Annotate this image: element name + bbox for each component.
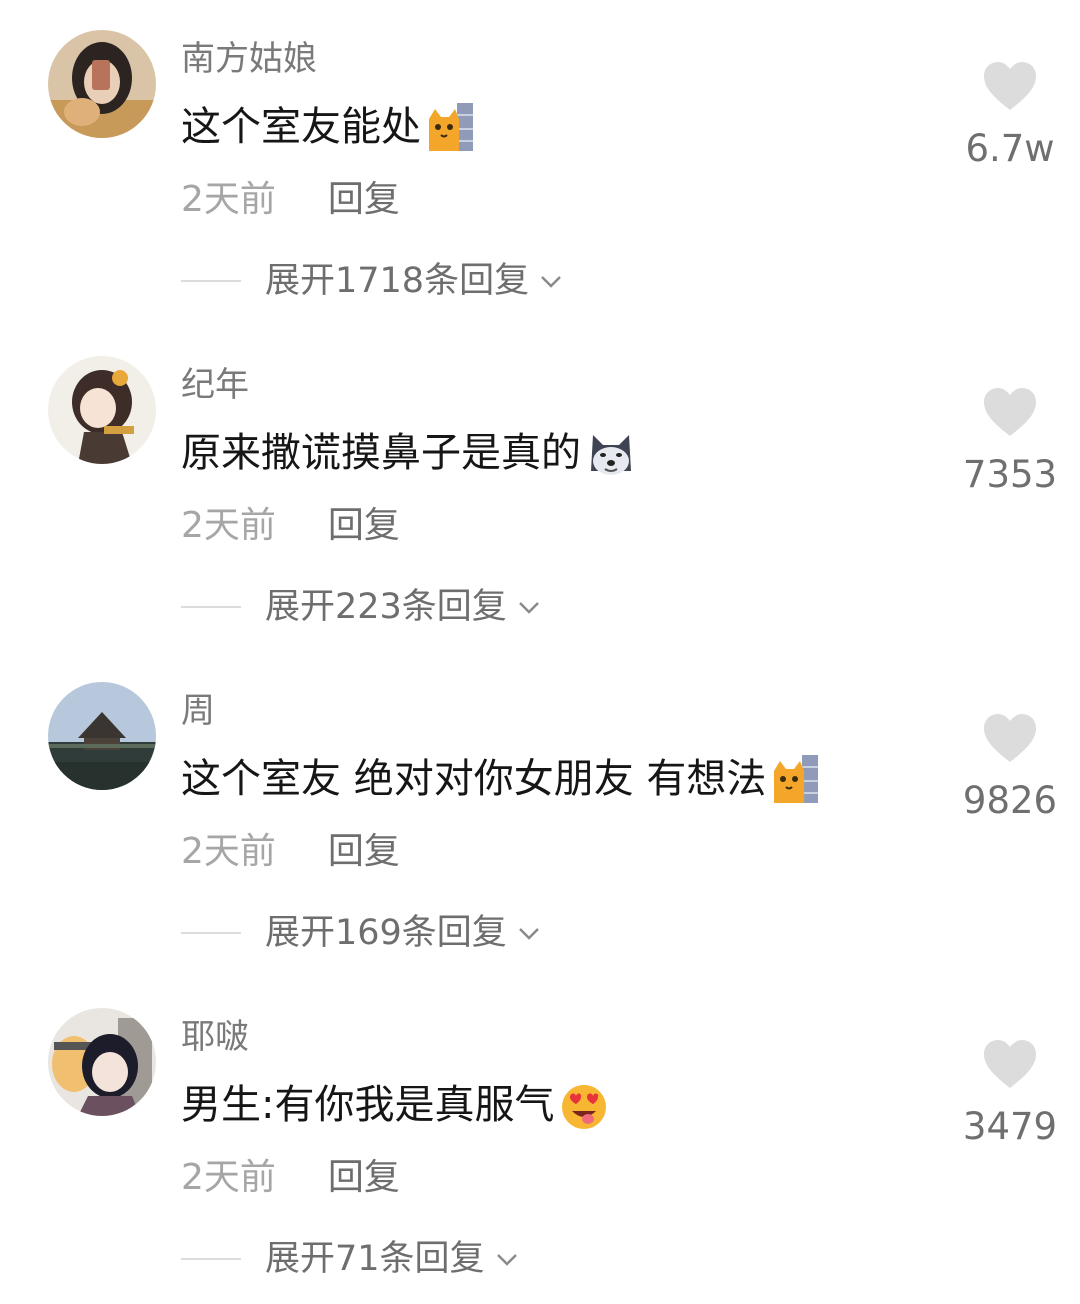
comment-meta: 2天前 回复 (181, 176, 400, 224)
comment-text: 这个室友 绝对对你女朋友 有想法 (181, 750, 822, 808)
reply-button[interactable]: 回复 (328, 176, 400, 224)
username[interactable]: 纪年 (181, 360, 249, 410)
comment-item: 纪年 原来撒谎摸鼻子是真的 2天前 回复 展开223条回复 7353 (0, 326, 1080, 652)
expand-replies-label: 展开223条回复 (265, 587, 507, 627)
like-count: 3479 (962, 1105, 1058, 1148)
comment-meta: 2天前 回复 (181, 502, 400, 550)
cat-peeking-emoji-icon (425, 101, 477, 153)
expand-replies-label: 展开1718条回复 (265, 261, 530, 301)
expand-replies-button[interactable]: 展开1718条回复 (181, 256, 565, 306)
avatar[interactable] (48, 30, 156, 138)
username[interactable]: 南方姑娘 (181, 34, 317, 84)
heart-icon (984, 1040, 1036, 1088)
expand-replies-button[interactable]: 展开71条回复 (181, 1234, 521, 1284)
username[interactable]: 耶啵 (181, 1012, 249, 1062)
comment-time: 2天前 (181, 1157, 276, 1198)
heart-icon (984, 62, 1036, 110)
chevron-down-icon (518, 602, 539, 614)
divider (181, 1258, 241, 1260)
comment-item: 耶啵 男生:有你我是真服气 2天前 回复 展开71条回复 3479 (0, 978, 1080, 1304)
chevron-down-icon (541, 276, 561, 288)
reply-button[interactable]: 回复 (328, 502, 400, 550)
husky-dog-emoji-icon (585, 427, 637, 479)
like-count: 9826 (962, 779, 1058, 822)
comment-text-content: 这个室友 绝对对你女朋友 有想法 (181, 756, 767, 802)
like-button[interactable]: 3479 (950, 1038, 1070, 1150)
comment-item: 周 这个室友 绝对对你女朋友 有想法 2天前 回复 展开169条回复 9826 (0, 652, 1080, 978)
comment-text: 这个室友能处 (181, 98, 477, 156)
comment-meta: 2天前 回复 (181, 828, 400, 876)
reply-button[interactable]: 回复 (328, 1154, 400, 1202)
like-count: 6.7w (965, 127, 1055, 170)
divider (181, 280, 241, 282)
expand-replies-button[interactable]: 展开223条回复 (181, 582, 543, 632)
username[interactable]: 周 (181, 686, 215, 736)
like-button[interactable]: 9826 (950, 712, 1070, 824)
chevron-down-icon (518, 928, 539, 940)
like-count: 7353 (962, 453, 1058, 496)
comment-text-content: 这个室友能处 (181, 104, 421, 150)
reply-button[interactable]: 回复 (328, 828, 400, 876)
heart-icon (984, 714, 1036, 762)
comment-time: 2天前 (181, 505, 276, 546)
heart-icon (984, 388, 1036, 436)
avatar[interactable] (48, 1008, 156, 1116)
expand-replies-label: 展开71条回复 (265, 1239, 485, 1279)
cat-peeking-emoji-icon (770, 753, 822, 805)
chevron-down-icon (496, 1254, 517, 1266)
divider (181, 606, 241, 608)
expand-replies-label: 展开169条回复 (265, 913, 507, 953)
comment-text-content: 男生:有你我是真服气 (181, 1082, 555, 1128)
divider (181, 932, 241, 934)
expand-replies-button[interactable]: 展开169条回复 (181, 908, 543, 958)
comment-meta: 2天前 回复 (181, 1154, 400, 1202)
like-button[interactable]: 7353 (950, 386, 1070, 498)
comment-time: 2天前 (181, 179, 276, 220)
comment-text: 原来撒谎摸鼻子是真的 (181, 424, 637, 482)
like-button[interactable]: 6.7w (950, 60, 1070, 172)
comment-text-content: 原来撒谎摸鼻子是真的 (181, 430, 581, 476)
heart-eyes-emoji-icon (558, 1079, 610, 1131)
comment-time: 2天前 (181, 831, 276, 872)
comment-text: 男生:有你我是真服气 (181, 1076, 610, 1134)
avatar[interactable] (48, 356, 156, 464)
avatar[interactable] (48, 682, 156, 790)
comment-item: 南方姑娘 这个室友能处 2天前 回复 展开1718条回复 6.7w (0, 0, 1080, 326)
